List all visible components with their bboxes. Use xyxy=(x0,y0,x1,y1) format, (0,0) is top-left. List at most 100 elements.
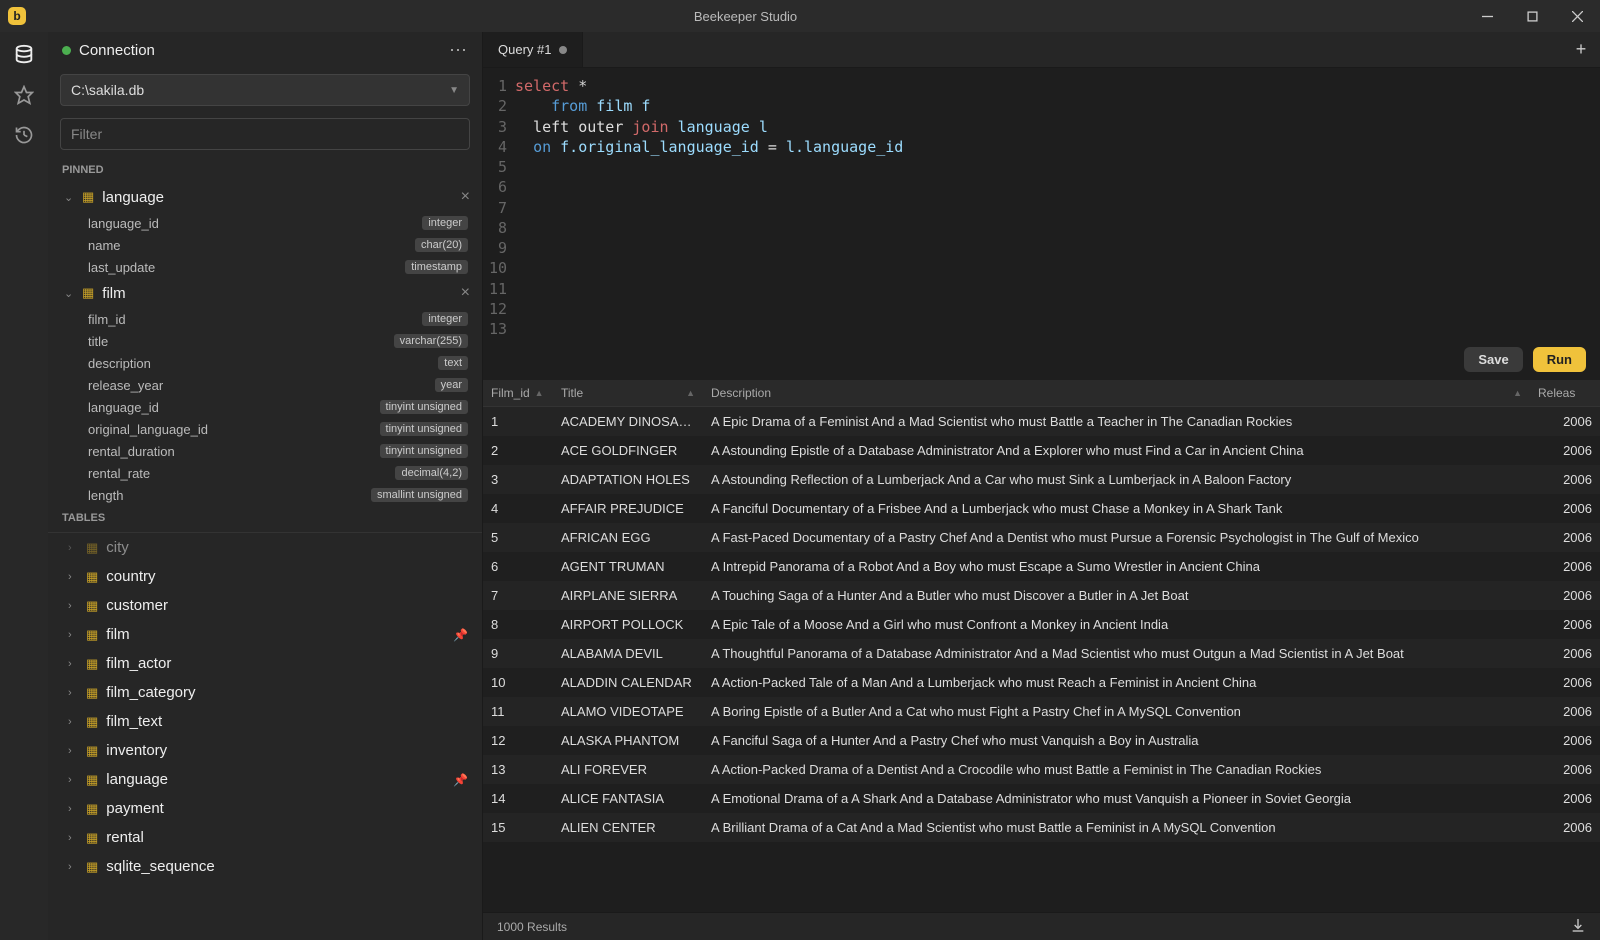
cell-title: ACE GOLDFINGER xyxy=(553,443,703,458)
filter-input[interactable]: Filter xyxy=(60,118,470,150)
column-name: film_id xyxy=(88,312,126,327)
cell-title: AIRPLANE SIERRA xyxy=(553,588,703,603)
pinned-table-language[interactable]: ⌄▦language× xyxy=(48,182,482,212)
database-picker[interactable]: C:\sakila.db ▼ xyxy=(60,74,470,106)
chevron-right-icon: › xyxy=(68,687,78,699)
table-icon: ▦ xyxy=(86,569,98,585)
column-row[interactable]: last_updatetimestamp xyxy=(48,256,482,278)
chevron-right-icon: › xyxy=(68,629,78,641)
column-name: title xyxy=(88,334,108,349)
cell-description: A Brilliant Drama of a Cat And a Mad Sci… xyxy=(703,820,1530,835)
column-row[interactable]: descriptiontext xyxy=(48,352,482,374)
table-row[interactable]: 3ADAPTATION HOLESA Astounding Reflection… xyxy=(483,465,1600,494)
table-row[interactable]: 2ACE GOLDFINGERA Astounding Epistle of a… xyxy=(483,436,1600,465)
table-item-inventory[interactable]: ›▦inventory xyxy=(48,736,482,765)
table-row[interactable]: 6AGENT TRUMANA Intrepid Panorama of a Ro… xyxy=(483,552,1600,581)
table-row[interactable]: 1ACADEMY DINOSAURA Epic Drama of a Femin… xyxy=(483,407,1600,436)
unpin-button[interactable]: × xyxy=(461,188,470,206)
table-item-film[interactable]: ›▦film📌 xyxy=(48,620,482,649)
column-row[interactable]: rental_durationtinyint unsigned xyxy=(48,440,482,462)
pinned-table-film[interactable]: ⌄▦film× xyxy=(48,278,482,308)
cell-description: A Astounding Epistle of a Database Admin… xyxy=(703,443,1530,458)
column-row[interactable]: namechar(20) xyxy=(48,234,482,256)
cell-title: ALABAMA DEVIL xyxy=(553,646,703,661)
table-icon: ▦ xyxy=(86,598,98,614)
cell-year: 2006 xyxy=(1530,530,1600,545)
status-results-count: 1000 Results xyxy=(497,920,567,934)
column-type-badge: timestamp xyxy=(405,260,468,274)
database-icon[interactable] xyxy=(13,44,35,66)
star-icon[interactable] xyxy=(13,84,35,106)
table-row[interactable]: 5AFRICAN EGGA Fast-Paced Documentary of … xyxy=(483,523,1600,552)
download-icon[interactable] xyxy=(1570,917,1586,936)
cell-title: ALADDIN CALENDAR xyxy=(553,675,703,690)
column-row[interactable]: lengthsmallint unsigned xyxy=(48,484,482,506)
table-icon: ▦ xyxy=(86,627,98,643)
table-item-country[interactable]: ›▦country xyxy=(48,562,482,591)
column-row[interactable]: release_yearyear xyxy=(48,374,482,396)
table-item-sqlite_sequence[interactable]: ›▦sqlite_sequence xyxy=(48,852,482,881)
sidebar: Connection ⋯ C:\sakila.db ▼ Filter PINNE… xyxy=(48,32,483,940)
table-item-film_text[interactable]: ›▦film_text xyxy=(48,707,482,736)
save-button[interactable]: Save xyxy=(1464,347,1522,372)
table-row[interactable]: 15ALIEN CENTERA Brilliant Drama of a Cat… xyxy=(483,813,1600,842)
column-row[interactable]: rental_ratedecimal(4,2) xyxy=(48,462,482,484)
table-item-city[interactable]: ›▦city xyxy=(48,533,482,562)
table-item-film_category[interactable]: ›▦film_category xyxy=(48,678,482,707)
column-header-title[interactable]: Title▲ xyxy=(553,380,703,406)
cell-title: AGENT TRUMAN xyxy=(553,559,703,574)
table-name: film_category xyxy=(106,684,195,701)
table-row[interactable]: 14ALICE FANTASIAA Emotional Drama of a A… xyxy=(483,784,1600,813)
sql-editor[interactable]: 1 2 3 4 5 6 7 8 9 10 11 12 13 select * f… xyxy=(483,68,1600,339)
column-header-release-year[interactable]: Releas xyxy=(1530,380,1600,406)
table-item-rental[interactable]: ›▦rental xyxy=(48,823,482,852)
column-type-badge: tinyint unsigned xyxy=(380,400,468,414)
chevron-right-icon: › xyxy=(68,803,78,815)
table-name: film xyxy=(106,626,129,643)
table-row[interactable]: 13ALI FOREVERA Action-Packed Drama of a … xyxy=(483,755,1600,784)
table-row[interactable]: 10ALADDIN CALENDARA Action-Packed Tale o… xyxy=(483,668,1600,697)
tab-query-1[interactable]: Query #1 xyxy=(483,32,583,67)
unpin-button[interactable]: × xyxy=(461,284,470,302)
table-row[interactable]: 8AIRPORT POLLOCKA Epic Tale of a Moose A… xyxy=(483,610,1600,639)
table-icon: ▦ xyxy=(86,830,98,846)
table-item-language[interactable]: ›▦language📌 xyxy=(48,765,482,794)
history-icon[interactable] xyxy=(13,124,35,146)
column-row[interactable]: language_idinteger xyxy=(48,212,482,234)
column-row[interactable]: language_idtinyint unsigned xyxy=(48,396,482,418)
editor-code[interactable]: select * from film f left outer join lan… xyxy=(515,76,1600,339)
chevron-right-icon: › xyxy=(68,716,78,728)
close-button[interactable] xyxy=(1555,0,1600,32)
sort-icon: ▲ xyxy=(686,388,695,398)
column-name: release_year xyxy=(88,378,163,393)
table-item-payment[interactable]: ›▦payment xyxy=(48,794,482,823)
cell-description: A Boring Epistle of a Butler And a Cat w… xyxy=(703,704,1530,719)
connection-menu-button[interactable]: ⋯ xyxy=(449,40,468,61)
column-row[interactable]: title varchar(255) xyxy=(48,330,482,352)
column-row[interactable]: film_idinteger xyxy=(48,308,482,330)
table-item-customer[interactable]: ›▦customer xyxy=(48,591,482,620)
chevron-down-icon: ▼ xyxy=(449,85,459,96)
cell-film-id: 5 xyxy=(483,530,553,545)
chevron-right-icon: › xyxy=(68,658,78,670)
table-row[interactable]: 4AFFAIR PREJUDICEA Fanciful Documentary … xyxy=(483,494,1600,523)
table-row[interactable]: 9ALABAMA DEVILA Thoughtful Panorama of a… xyxy=(483,639,1600,668)
cell-film-id: 10 xyxy=(483,675,553,690)
table-row[interactable]: 12ALASKA PHANTOMA Fanciful Saga of a Hun… xyxy=(483,726,1600,755)
run-button[interactable]: Run xyxy=(1533,347,1586,372)
column-header-description[interactable]: Description▲ xyxy=(703,380,1530,406)
new-tab-button[interactable]: + xyxy=(1562,32,1600,67)
status-bar: 1000 Results xyxy=(483,912,1600,940)
minimize-button[interactable] xyxy=(1465,0,1510,32)
cell-description: A Epic Drama of a Feminist And a Mad Sci… xyxy=(703,414,1530,429)
column-header-film-id[interactable]: Film_id▲ xyxy=(483,380,553,406)
table-item-film_actor[interactable]: ›▦film_actor xyxy=(48,649,482,678)
cell-description: A Fast-Paced Documentary of a Pastry Che… xyxy=(703,530,1530,545)
table-row[interactable]: 7AIRPLANE SIERRAA Touching Saga of a Hun… xyxy=(483,581,1600,610)
column-row[interactable]: original_language_idtinyint unsigned xyxy=(48,418,482,440)
table-name: film_actor xyxy=(106,655,171,672)
table-row[interactable]: 11ALAMO VIDEOTAPEA Boring Epistle of a B… xyxy=(483,697,1600,726)
column-type-badge: varchar(255) xyxy=(394,334,468,348)
maximize-button[interactable] xyxy=(1510,0,1555,32)
cell-description: A Fanciful Documentary of a Frisbee And … xyxy=(703,501,1530,516)
